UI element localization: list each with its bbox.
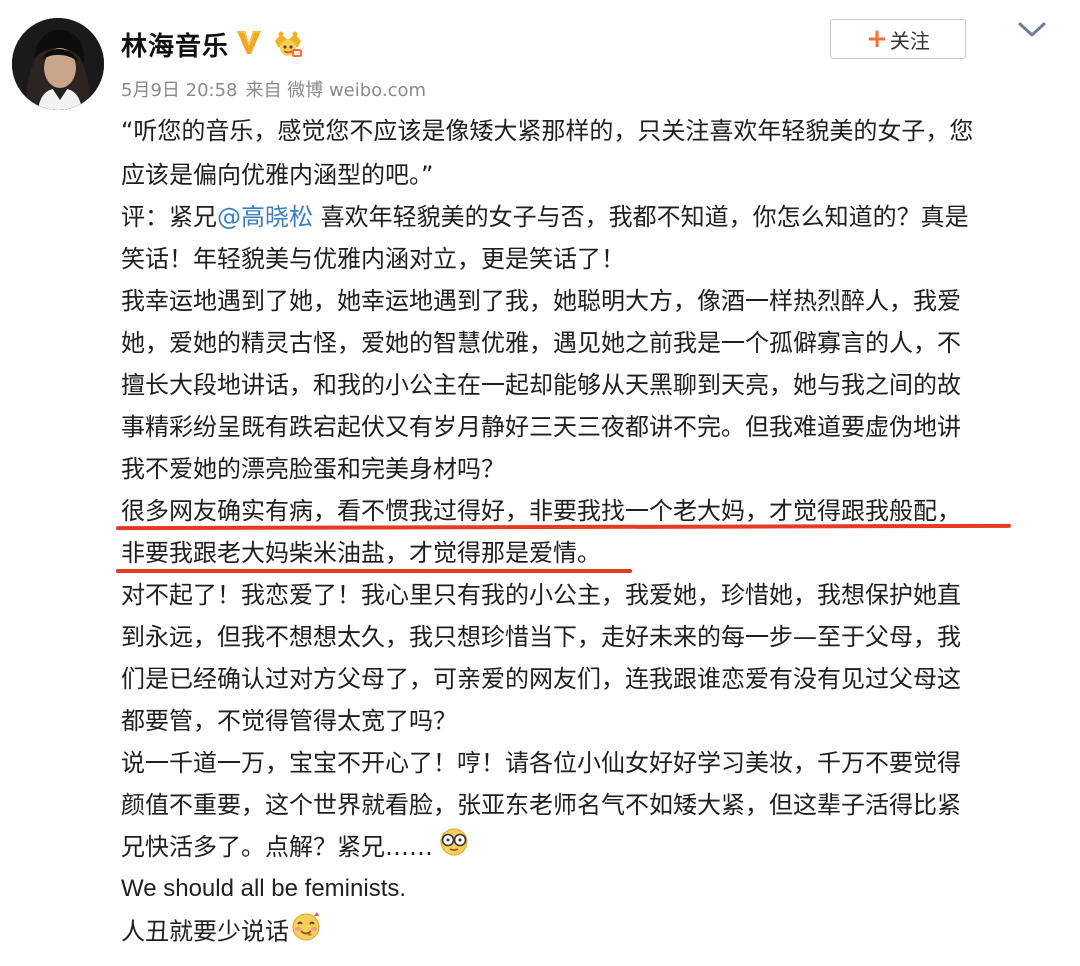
content-line: 擅长大段地讲话，和我的小公主在一起却能够从天黑聊到天亮，她与我之间的故 [121, 371, 961, 399]
mention-prefix: 评：紧兄 [121, 203, 217, 231]
avatar-photo [12, 18, 104, 110]
content-line: 都要管，不觉得管得太宽了吗？ [121, 707, 457, 735]
content-line: 我不爱她的漂亮脸蛋和完美身材吗？ [121, 455, 505, 483]
content-line: “听您的音乐，感觉您不应该是像矮大紧那样的，只关注喜欢年轻貌美的女子，您 [121, 117, 974, 145]
highlight-underline [116, 569, 632, 573]
content-line: 事精彩纷呈既有跌宕起伏又有岁月静好三天三夜都讲不完。但我难道要虚伪地讲 [121, 413, 961, 441]
content-line: 我幸运地遇到了她，她幸运地遇到了我，她聪明大方，像酒一样热烈醉人，我爱 [121, 287, 961, 315]
plus-icon: + [866, 24, 888, 54]
mention-link[interactable]: @高晓松 [217, 203, 313, 231]
content-line: 颜值不重要，这个世界就看脸，张亚东老师名气不如矮大紧，但这辈子活得比紧 [121, 791, 961, 819]
follow-label: 关注 [889, 28, 930, 53]
content-line-with-emoji: 兄快活多了。点解？紧兄…… [121, 826, 1041, 868]
content-line: 说一千道一万，宝宝不开心了！哼！请各位小仙女好好学习美妆，千万不要觉得 [121, 749, 961, 777]
yummy-face-emoji [289, 910, 323, 955]
post-meta: 5月9日 20:58 来自 微博 weibo.com [121, 76, 434, 102]
chevron-down-icon[interactable] [1016, 20, 1048, 40]
post-source: 来自 微博 weibo.com [245, 80, 427, 101]
verified-v-icon [237, 31, 261, 54]
vip-crown-icon[interactable] [272, 30, 304, 58]
highlighted-line: 非要我跟老大妈柴米油盐，才觉得那是爱情。 [121, 539, 601, 567]
content-line: 们是已经确认过对方父母了，可亲爱的网友们，连我跟谁恋爱有没有见过父母这 [121, 665, 961, 693]
content-line: 人丑就要少说话 [121, 917, 289, 946]
content-line: 对不起了！我恋爱了！我心里只有我的小公主，我爱她，珍惜她，我想保护她直 [121, 581, 961, 609]
content-line-with-emoji: 人丑就要少说话 [121, 910, 1041, 952]
content-line: 兄快活多了。点解？紧兄…… [121, 833, 433, 861]
username[interactable]: 林海音乐 [121, 26, 229, 63]
content-line: 笑话！年轻貌美与优雅内涵对立，更是笑话了！ [121, 245, 625, 273]
content-line: 她，爱她的精灵古怪，爱她的智慧优雅，遇见她之前我是一个孤僻寡言的人，不 [121, 329, 961, 357]
mention-suffix: 喜欢年轻貌美的女子与否，我都不知道，你怎么知道的？真是 [313, 203, 969, 231]
follow-button[interactable]: + 关注 [830, 19, 966, 59]
content-line: We should all be feminists. [121, 875, 407, 902]
post-date[interactable]: 5月9日 20:58 [121, 80, 238, 101]
content-line: 应该是偏向优雅内涵型的吧。” [121, 161, 434, 189]
post-content: “听您的音乐，感觉您不应该是像矮大紧那样的，只关注喜欢年轻貌美的女子，您 应该是… [121, 110, 1041, 952]
avatar[interactable] [12, 18, 104, 110]
glasses-face-emoji [437, 827, 471, 870]
mention-line: 评：紧兄@高晓松 喜欢年轻貌美的女子与否，我都不知道，你怎么知道的？真是 [121, 196, 1041, 238]
content-line: 到永远，但我不想想太久，我只想珍惜当下，走好未来的每一步—至于父母，我 [121, 623, 961, 651]
